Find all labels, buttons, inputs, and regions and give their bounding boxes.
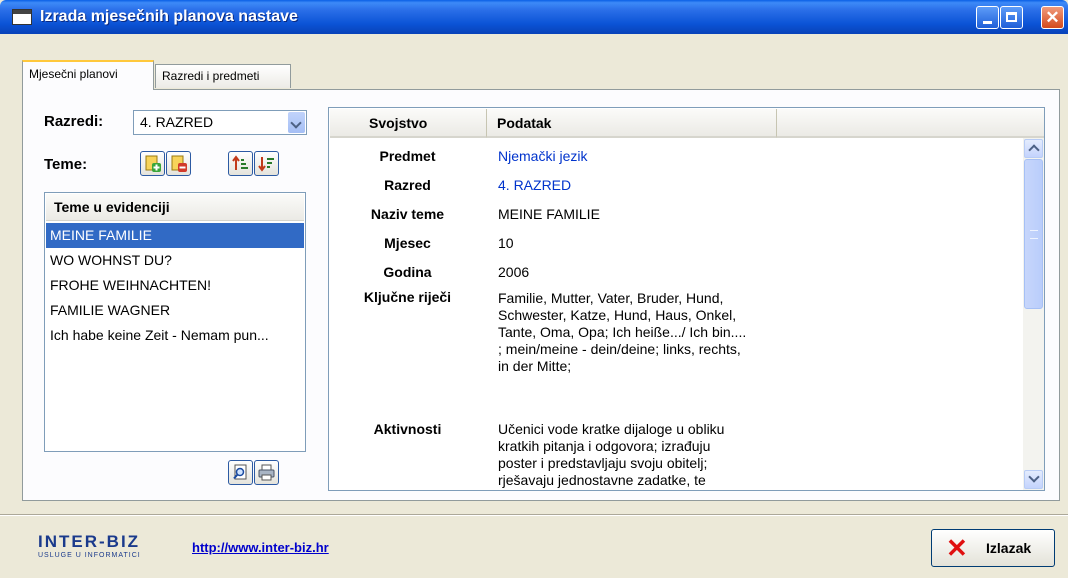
list-item[interactable]: MEINE FAMILIE xyxy=(46,223,304,248)
text-line: Familie, Mutter, Vater, Bruder, Hund, xyxy=(498,290,724,306)
property-name: Godina xyxy=(383,264,432,280)
preview-button[interactable] xyxy=(228,460,253,485)
property-value-multiline[interactable]: Familie, Mutter, Vater, Bruder, Hund, Sc… xyxy=(498,290,768,375)
main-window: Izrada mjesečnih planova nastave ✕ Mjese… xyxy=(0,0,1068,578)
exit-x-icon: ✕ xyxy=(946,533,968,563)
list-item[interactable]: WO WOHNST DU? xyxy=(46,248,304,273)
text-line: Učenici vode kratke dijaloge u obliku xyxy=(498,421,725,437)
vertical-scrollbar[interactable] xyxy=(1023,138,1044,490)
property-name: Naziv teme xyxy=(370,206,445,222)
footer-divider xyxy=(0,514,1068,516)
property-name: Razred xyxy=(384,177,431,193)
razredi-select[interactable]: 4. RAZRED xyxy=(133,110,307,135)
maximize-button[interactable] xyxy=(1000,6,1023,29)
tab-razredi-i-predmeti[interactable]: Razredi i predmeti xyxy=(155,64,291,88)
property-value[interactable]: MEINE FAMILIE xyxy=(498,206,600,222)
property-value[interactable]: 4. RAZRED xyxy=(498,177,571,193)
delete-topic-icon xyxy=(171,155,187,172)
add-topic-button[interactable] xyxy=(140,151,165,176)
property-grid[interactable]: Svojstvo Podatak Predmet Njemački jezik … xyxy=(328,107,1045,491)
razredi-label: Razredi: xyxy=(44,113,104,130)
property-name: Predmet xyxy=(379,148,436,164)
website-link[interactable]: http://www.inter-biz.hr xyxy=(192,540,329,555)
property-value[interactable]: 10 xyxy=(498,235,514,251)
minimize-button[interactable] xyxy=(976,6,999,29)
property-name: Aktivnosti xyxy=(373,421,442,437)
property-value-multiline[interactable]: Učenici vode kratke dijaloge u obliku kr… xyxy=(498,421,768,489)
exit-button-label: Izlazak xyxy=(986,540,1032,556)
scroll-down-icon[interactable] xyxy=(1024,470,1043,489)
close-button[interactable]: ✕ xyxy=(1041,6,1064,29)
text-line: kratkih pitanja i odgovora; izrađuju xyxy=(498,438,711,454)
sort-descending-button[interactable] xyxy=(254,151,279,176)
add-topic-icon xyxy=(145,155,161,172)
property-value[interactable]: Njemački jezik xyxy=(498,148,587,164)
property-name: Mjesec xyxy=(384,235,431,251)
print-icon xyxy=(258,464,275,481)
tab-mjesecni-planovi[interactable]: Mjesečni planovi xyxy=(22,60,154,90)
company-logo: INTER-BIZ USLUGE U INFORMATICI xyxy=(38,532,141,559)
topic-list-header: Teme u evidenciji xyxy=(46,194,304,221)
list-item[interactable]: Ich habe keine Zeit - Nemam pun... xyxy=(46,323,304,348)
print-button[interactable] xyxy=(254,460,279,485)
sort-ascending-button[interactable] xyxy=(228,151,253,176)
logo-subtitle: USLUGE U INFORMATICI xyxy=(38,552,141,559)
list-item[interactable]: FAMILIE WAGNER xyxy=(46,298,304,323)
delete-topic-button[interactable] xyxy=(166,151,191,176)
chevron-down-icon[interactable] xyxy=(288,112,305,133)
title-bar[interactable]: Izrada mjesečnih planova nastave ✕ xyxy=(0,0,1068,34)
razredi-select-value: 4. RAZRED xyxy=(140,114,214,130)
text-line: ; mein/meine - dein/deine; links, rechts… xyxy=(498,341,741,357)
property-name: Ključne riječi xyxy=(363,289,452,305)
topic-list[interactable]: Teme u evidenciji MEINE FAMILIE WO WOHNS… xyxy=(44,192,306,452)
logo-text: INTER-BIZ xyxy=(38,532,141,551)
text-line: in der Mitte; xyxy=(498,358,572,374)
exit-button[interactable]: ✕ Izlazak xyxy=(931,529,1055,567)
column-header-empty xyxy=(777,109,1044,138)
property-value[interactable]: 2006 xyxy=(498,264,529,280)
grip-icon xyxy=(1030,230,1038,239)
preview-icon xyxy=(233,464,247,480)
text-line: poster i predstavljaju svoju obitelj; xyxy=(498,455,708,471)
column-header-podatak[interactable]: Podatak xyxy=(487,109,777,138)
text-line: Tante, Oma, Opa; Ich heiße.../ Ich bin..… xyxy=(498,324,747,340)
teme-label: Teme: xyxy=(44,156,88,173)
window-title: Izrada mjesečnih planova nastave xyxy=(40,8,298,25)
scroll-thumb[interactable] xyxy=(1024,159,1043,309)
text-line: rješavaju jednostavne zadatke, te xyxy=(498,472,706,488)
sort-descending-icon xyxy=(258,157,274,172)
text-line: Schwester, Katze, Hund, Haus, Onkel, xyxy=(498,307,737,323)
app-window-icon xyxy=(12,9,32,25)
scroll-up-icon[interactable] xyxy=(1024,139,1043,158)
sort-ascending-icon xyxy=(232,155,248,170)
column-header-svojstvo[interactable]: Svojstvo xyxy=(330,109,487,138)
list-item[interactable]: FROHE WEIHNACHTEN! xyxy=(46,273,304,298)
close-icon: ✕ xyxy=(1045,8,1060,27)
